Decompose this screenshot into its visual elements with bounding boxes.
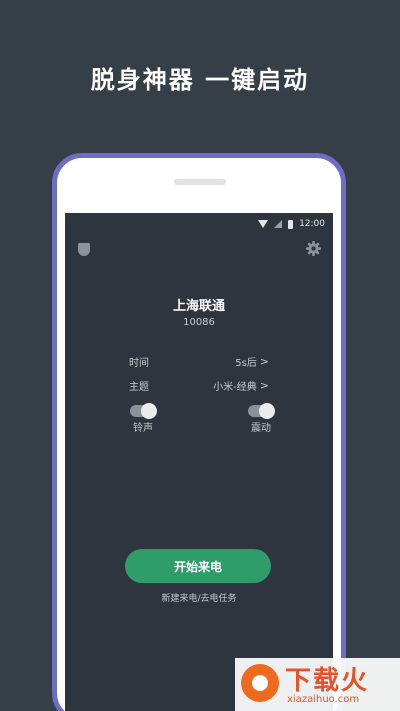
setting-value: 5s后 <box>235 357 257 369</box>
carrier-name: 上海联通 <box>172 299 225 314</box>
toggle-knob <box>259 403 275 419</box>
setting-label: 主题 <box>129 381 149 393</box>
new-task-link[interactable]: 新建来电/去电任务 <box>65 591 333 604</box>
vibrate-toggle[interactable] <box>248 403 275 419</box>
signal-icon <box>274 220 283 228</box>
setting-row-time[interactable]: 时间 5s后 > <box>129 353 269 369</box>
setting-row-theme[interactable]: 主题 小米-经典 > <box>129 377 269 393</box>
caller-number: 10086 <box>183 317 215 328</box>
vibrate-label: 震动 <box>251 423 271 434</box>
shield-icon[interactable] <box>78 243 90 256</box>
start-call-button[interactable]: 开始来电 <box>125 549 271 583</box>
gear-icon[interactable] <box>306 241 321 256</box>
battery-icon <box>288 219 294 229</box>
watermark-title: 下载火 <box>285 666 370 696</box>
chevron-right-icon: > <box>259 354 269 368</box>
phone-mockup: 12:00 上海联通 10086 时间 5s后 > 主题 小米-经典 > 铃声 … <box>52 153 346 711</box>
status-time: 12:00 <box>299 219 325 229</box>
fire-logo-icon <box>241 664 279 702</box>
phone-speaker <box>174 179 226 185</box>
status-bar: 12:00 <box>258 217 325 231</box>
headline: 脱身神器 一键启动 <box>90 66 310 94</box>
watermark-url: xiazaihuo.com <box>287 694 360 705</box>
phone-screen: 12:00 上海联通 10086 时间 5s后 > 主题 小米-经典 > 铃声 … <box>65 213 333 711</box>
wifi-icon <box>258 220 269 228</box>
setting-label: 时间 <box>129 357 149 369</box>
ringtone-toggle[interactable] <box>130 403 157 419</box>
ringtone-label: 铃声 <box>133 423 153 434</box>
watermark: 下载火 xiazaihuo.com <box>235 658 400 711</box>
chevron-right-icon: > <box>259 378 269 392</box>
toggle-knob <box>141 403 157 419</box>
ringtone-toggle-group: 铃声 <box>129 403 157 434</box>
vibrate-toggle-group: 震动 <box>247 403 275 434</box>
setting-value: 小米-经典 <box>213 381 257 393</box>
